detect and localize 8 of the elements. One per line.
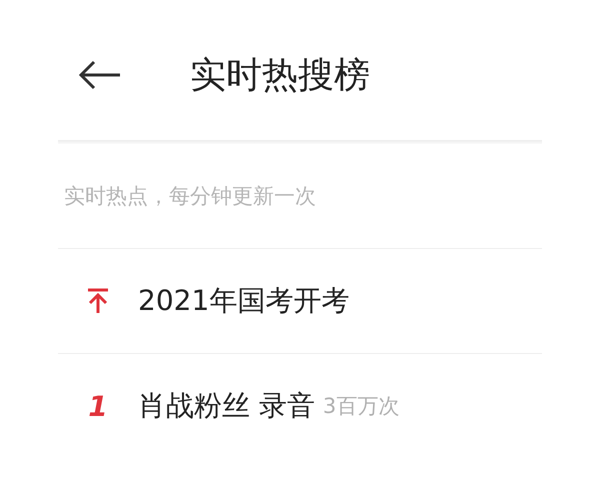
subtitle: 实时热点，每分钟更新一次: [64, 183, 316, 210]
search-count: 3百万次: [322, 393, 400, 420]
topic-title[interactable]: 2021年国考开考: [138, 282, 350, 320]
page-title: 实时热搜榜: [190, 54, 370, 98]
rank-number: 1: [88, 390, 108, 422]
pin-top-icon: [87, 288, 109, 314]
back-icon[interactable]: [78, 60, 122, 90]
topic-title[interactable]: 肖战粉丝 录音: [138, 387, 315, 425]
